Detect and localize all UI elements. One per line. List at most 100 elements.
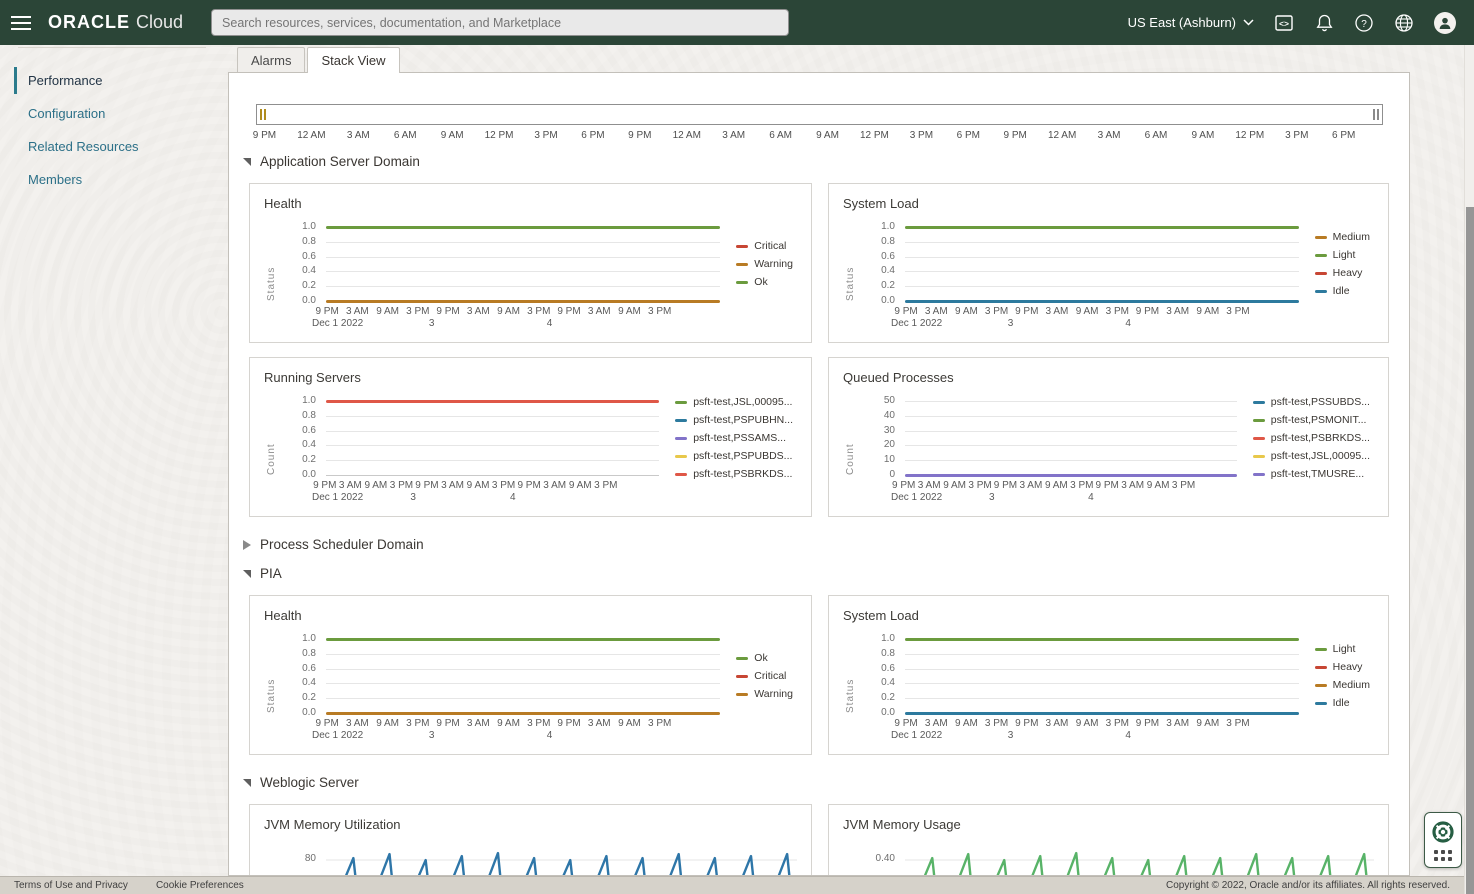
series-line-warning [326, 712, 720, 715]
help-launcher-widget[interactable] [1424, 812, 1462, 868]
sidebar-item-performance[interactable]: Performance [0, 64, 228, 97]
slider-handle-right[interactable] [1373, 109, 1379, 120]
x-axis-dates: Dec 1 202234 [312, 730, 675, 742]
x-tick-label: 9 PM [554, 306, 584, 317]
x-tick-label: 9 PM [993, 480, 1018, 491]
section-header-application-server-domain[interactable]: Application Server Domain [243, 154, 1409, 169]
y-tick-label: 0.8 [881, 237, 895, 247]
region-selector[interactable]: US East (Ashburn) [1128, 15, 1254, 30]
plot [905, 401, 1237, 475]
y-tick-label: 0.2 [302, 693, 316, 703]
hamburger-menu-icon[interactable] [2, 0, 40, 45]
cookie-preferences-link[interactable]: Cookie Preferences [156, 880, 244, 891]
x-tick-label: 9 PM [433, 306, 463, 317]
x-tick-label: 3 PM [491, 480, 517, 491]
gridline [905, 460, 1237, 461]
y-tick-label: 30 [884, 426, 895, 436]
search-input[interactable] [211, 9, 789, 36]
section-header-weblogic-server[interactable]: Weblogic Server [243, 775, 1409, 790]
section-header-process-scheduler-domain[interactable]: Process Scheduler Domain [243, 537, 1409, 552]
legend-item: psft-test,TMUSRE... [1253, 468, 1370, 480]
x-date-label: Dec 1 2022 [312, 492, 363, 503]
y-tick-label: 0.6 [302, 426, 316, 436]
legend-swatch [1253, 419, 1265, 422]
user-avatar[interactable] [1434, 12, 1456, 34]
chart-legend: LightHeavyMediumIdle [1315, 639, 1374, 713]
legend-swatch [1253, 437, 1265, 440]
x-date-label: 3 [429, 730, 435, 741]
gridline [326, 669, 720, 670]
x-tick-label: 9 AM [363, 480, 389, 491]
legend-item: Medium [1315, 679, 1370, 691]
series-line-ok [326, 226, 720, 229]
x-date-label: Dec 1 2022 [312, 730, 363, 741]
gridline [326, 286, 720, 287]
slider-handle-left[interactable] [260, 109, 266, 120]
help-icon[interactable]: ? [1354, 13, 1374, 33]
tab-alarms[interactable]: Alarms [237, 47, 305, 72]
legend-swatch [1315, 236, 1327, 239]
x-tick-label: 3 AM [338, 480, 364, 491]
legend-label: psft-test,PSBRKDS... [693, 468, 792, 480]
legend-item: psft-test,PSPUBDS... [675, 450, 793, 462]
time-tick-label: 3 AM [710, 130, 757, 141]
x-tick-label: 9 AM [493, 306, 523, 317]
x-tick-label: 3 AM [1120, 480, 1145, 491]
stack-view-panel: 9 PM12 AM3 AM6 AM9 AM12 PM3 PM6 PM9 PM12… [228, 72, 1410, 876]
y-axis-title: Count [266, 401, 277, 475]
section-header-pia[interactable]: PIA [243, 566, 1409, 581]
x-date-label: 3 [989, 492, 995, 503]
x-tick-label: 3 PM [1102, 306, 1132, 317]
chart-card-system-load: System LoadStatus1.00.80.60.40.20.09 PM3… [828, 183, 1389, 343]
x-axis-ticks: 9 PM3 AM9 AM3 PM9 PM3 AM9 AM3 PM9 PM3 AM… [312, 718, 675, 729]
y-tick-label: 0.6 [302, 664, 316, 674]
y-tick-label: 0.0 [302, 470, 316, 480]
x-date-label: 4 [510, 492, 516, 503]
time-tick-label: 12 AM [1039, 130, 1086, 141]
plot-area: 9 PM3 AM9 AM3 PM9 PM3 AM9 AM3 PM9 PM3 AM… [905, 639, 1299, 742]
terms-link[interactable]: Terms of Use and Privacy [14, 880, 128, 891]
x-tick-label: 9 PM [891, 480, 916, 491]
gridline [326, 242, 720, 243]
gridline [905, 257, 1299, 258]
legend-swatch [1315, 648, 1327, 651]
time-tick-label: 3 PM [523, 130, 570, 141]
time-tick-label: 6 AM [757, 130, 804, 141]
oracle-cloud-logo: ORACLE Cloud [48, 12, 183, 33]
series-line-idle [905, 712, 1299, 715]
x-tick-label: 9 PM [433, 718, 463, 729]
sidebar-item-members[interactable]: Members [0, 163, 228, 196]
collapse-triangle-icon [243, 570, 251, 578]
time-range-slider[interactable] [256, 104, 1383, 125]
y-tick-label: 0.4 [881, 678, 895, 688]
section-title: PIA [260, 566, 282, 581]
top-header: ORACLE Cloud US East (Ashburn) <> [0, 0, 1474, 45]
legend-label: Medium [1333, 679, 1370, 691]
sidebar-item-configuration[interactable]: Configuration [0, 97, 228, 130]
gridline [905, 445, 1237, 446]
legend-label: Idle [1333, 285, 1350, 297]
tab-stack-view[interactable]: Stack View [307, 47, 399, 73]
scrollbar-thumb[interactable] [1466, 207, 1474, 894]
y-tick-label: 10 [884, 455, 895, 465]
y-tick-label: 1.0 [302, 222, 316, 232]
time-tick-label: 9 AM [429, 130, 476, 141]
legend-swatch [736, 657, 748, 660]
y-tick-label: 0.8 [881, 649, 895, 659]
sidebar-item-related-resources[interactable]: Related Resources [0, 130, 228, 163]
chart-title: Running Servers [264, 370, 797, 385]
x-tick-label: 9 AM [942, 480, 967, 491]
page-scrollbar[interactable] [1464, 45, 1474, 894]
chart-card-queued-processes: Queued ProcessesCount504030201009 PM3 AM… [828, 357, 1389, 517]
notifications-bell-icon[interactable] [1314, 13, 1334, 33]
developer-tools-icon[interactable]: <> [1274, 13, 1294, 33]
y-tick-label: 0.0 [881, 708, 895, 718]
y-tick-label: 0.40 [876, 854, 895, 864]
language-globe-icon[interactable] [1394, 13, 1414, 33]
y-tick-label: 0.0 [881, 296, 895, 306]
legend-swatch [1315, 684, 1327, 687]
legend-swatch [1253, 401, 1265, 404]
x-tick-label: 9 PM [312, 306, 342, 317]
x-tick-label: 3 PM [524, 718, 554, 729]
y-tick-label: 0.2 [302, 281, 316, 291]
